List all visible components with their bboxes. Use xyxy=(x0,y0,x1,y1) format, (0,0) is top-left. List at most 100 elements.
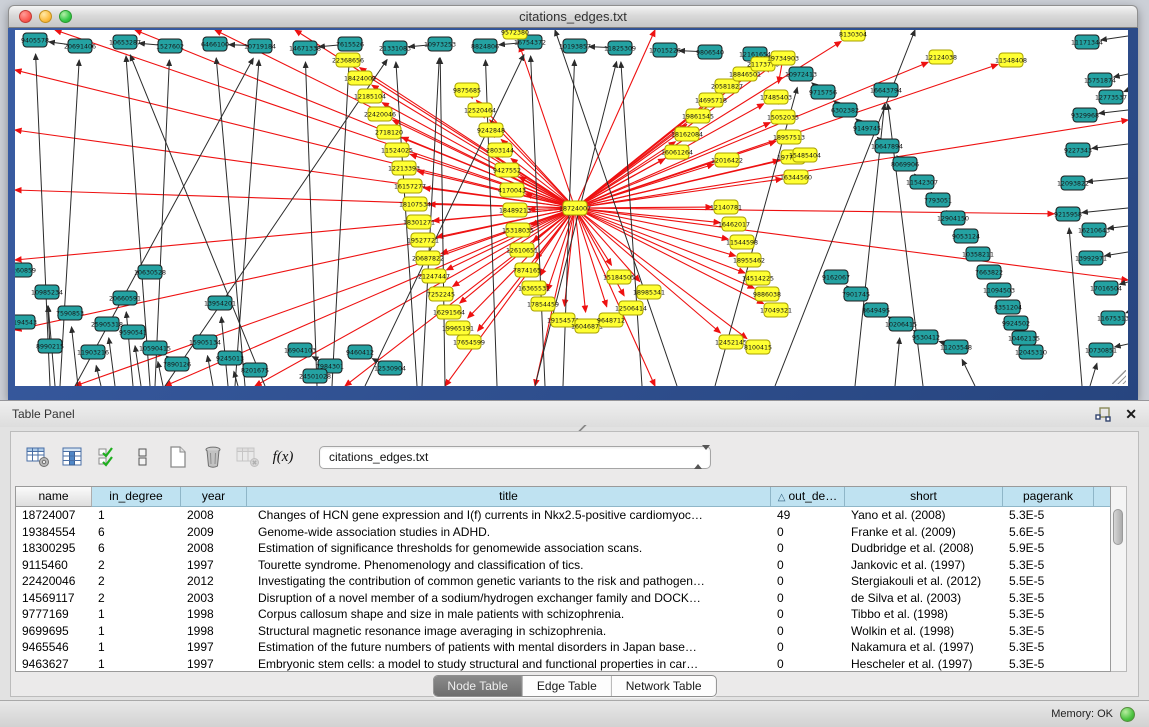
graph-node[interactable]: 10590415 xyxy=(139,341,171,355)
scrollbar-thumb[interactable] xyxy=(1113,509,1123,545)
graph-node[interactable]: 11825309 xyxy=(604,41,636,55)
graph-node[interactable]: 19734903 xyxy=(767,51,799,65)
graph-node[interactable]: 16643794 xyxy=(870,83,902,97)
graph-node[interactable]: 9427552 xyxy=(493,163,521,177)
graph-node[interactable]: 12124038 xyxy=(925,50,957,64)
graph-node[interactable]: 25260859 xyxy=(15,263,36,277)
memory-status-indicator[interactable] xyxy=(1120,707,1135,722)
graph-node[interactable]: 10972413 xyxy=(785,67,817,81)
tab-edge-table[interactable]: Edge Table xyxy=(523,676,612,696)
graph-edge[interactable] xyxy=(575,208,1128,280)
graph-node[interactable]: 18107534 xyxy=(399,197,431,211)
graph-node[interactable]: 17485403 xyxy=(760,90,792,104)
graph-edge[interactable] xyxy=(621,62,642,386)
graph-node[interactable]: 18424009 xyxy=(344,71,376,85)
graph-node[interactable]: 7663822 xyxy=(975,265,1003,279)
table-row[interactable]: 946362711997Embryonic stem cells: a mode… xyxy=(16,656,1110,673)
graph-node[interactable]: 9530412 xyxy=(912,330,940,344)
column-header-out_de[interactable]: △out_de… xyxy=(771,487,845,507)
window-resize-grip[interactable] xyxy=(1112,370,1126,384)
graph-node[interactable]: 10985234 xyxy=(31,285,63,299)
graph-node[interactable]: 10462135 xyxy=(1008,331,1040,345)
graph-edge[interactable] xyxy=(109,338,115,386)
graph-node[interactable]: 9162067 xyxy=(822,270,850,284)
graph-node[interactable]: 17854459 xyxy=(527,297,559,311)
graph-node[interactable]: 12045310 xyxy=(1015,345,1047,359)
column-header-short[interactable]: short xyxy=(845,487,1003,507)
table-row[interactable]: 1938455462009Genome-wide association stu… xyxy=(16,524,1110,541)
graph-node[interactable]: 9806540 xyxy=(696,45,724,59)
graph-edge[interactable] xyxy=(1105,252,1128,256)
graph-edge[interactable] xyxy=(440,58,445,386)
graph-edge[interactable] xyxy=(235,60,259,386)
graph-edge[interactable] xyxy=(216,58,245,386)
graph-node[interactable]: 10206415 xyxy=(885,317,917,331)
graph-edge[interactable] xyxy=(1099,110,1128,113)
graph-node[interactable]: 11542307 xyxy=(906,175,938,189)
graph-node[interactable]: 14695718 xyxy=(695,93,727,107)
graph-edge[interactable] xyxy=(575,208,1054,214)
graph-node[interactable]: 9242848 xyxy=(477,123,505,137)
graph-node[interactable]: 13992971 xyxy=(1075,251,1107,265)
column-header-year[interactable]: year xyxy=(181,487,247,507)
graph-node[interactable]: 20687822 xyxy=(412,251,444,265)
graph-node[interactable]: 18162084 xyxy=(671,127,703,141)
graph-node[interactable]: 16157277 xyxy=(394,179,426,193)
graph-node[interactable]: 9227343 xyxy=(1064,143,1092,157)
graph-edge[interactable] xyxy=(520,45,575,208)
graph-node[interactable]: 17015226 xyxy=(649,43,681,57)
graph-node[interactable]: 8649495 xyxy=(862,303,890,317)
row-height-icon[interactable] xyxy=(130,444,156,470)
graph-node[interactable]: 11524025 xyxy=(381,143,413,157)
graph-node[interactable]: 11548408 xyxy=(995,53,1027,67)
graph-edge[interactable] xyxy=(55,30,575,208)
graph-node[interactable]: 9149745 xyxy=(853,121,881,135)
graph-edge[interactable] xyxy=(60,60,79,386)
graph-edge[interactable] xyxy=(1126,312,1128,313)
graph-edge[interactable] xyxy=(36,54,50,386)
table-row[interactable]: 969969511998Structural magnetic resonanc… xyxy=(16,623,1110,640)
graph-node[interactable]: 2803144 xyxy=(486,143,514,157)
graph-node[interactable]: 12452145 xyxy=(715,335,747,349)
graph-node[interactable]: 18955462 xyxy=(733,253,765,267)
graph-node[interactable]: 9053124 xyxy=(952,229,980,243)
graph-node[interactable]: 12140781 xyxy=(710,200,742,214)
graph-node[interactable]: 16365531 xyxy=(518,281,550,295)
float-panel-icon[interactable] xyxy=(1095,406,1111,422)
graph-node[interactable]: 10630528 xyxy=(134,265,166,279)
table-vertical-scrollbar[interactable] xyxy=(1111,486,1127,672)
graph-node[interactable]: 19527721 xyxy=(407,233,439,247)
table-row[interactable]: 977716911998Corpus callosum shape and si… xyxy=(16,606,1110,623)
graph-node[interactable]: 12506414 xyxy=(615,301,647,315)
graph-edge[interactable] xyxy=(72,327,78,386)
graph-edge[interactable] xyxy=(208,356,213,386)
graph-node[interactable]: 10193857 xyxy=(559,39,591,53)
graph-node[interactable]: 9245013 xyxy=(216,351,244,365)
graph-node[interactable]: 8100415 xyxy=(744,340,772,354)
graph-node[interactable]: 9924502 xyxy=(1002,316,1030,330)
graph-node[interactable]: 18985341 xyxy=(633,285,665,299)
graph-node[interactable]: 8824806 xyxy=(471,39,499,53)
graph-node[interactable]: 12530904 xyxy=(374,361,406,375)
graph-node[interactable]: 6466100 xyxy=(201,37,229,51)
graph-edge[interactable] xyxy=(75,58,253,386)
graph-node[interactable]: 12904150 xyxy=(937,211,969,225)
graph-node[interactable]: 16462017 xyxy=(718,217,750,231)
graph-node[interactable]: 10730851 xyxy=(1085,343,1117,357)
graph-node[interactable]: 9875685 xyxy=(453,83,481,97)
graph-node[interactable]: 12093822 xyxy=(1057,176,1089,190)
graph-node[interactable]: 24501028 xyxy=(299,369,331,383)
panel-divider-grip[interactable] xyxy=(577,425,587,431)
graph-node[interactable]: 12213393 xyxy=(388,161,420,175)
graph-node[interactable]: 17049321 xyxy=(760,303,792,317)
graph-node[interactable]: 12520464 xyxy=(464,103,496,117)
graph-node[interactable]: 8201675 xyxy=(241,363,269,377)
graph-node[interactable]: 15052035 xyxy=(767,110,799,124)
function-builder-icon[interactable]: f(x) xyxy=(270,444,296,470)
graph-node[interactable]: 20691406 xyxy=(64,39,96,53)
column-header-in_degree[interactable]: in_degree xyxy=(92,487,181,507)
tab-node-table[interactable]: Node Table xyxy=(433,676,523,696)
graph-node[interactable]: 9572380 xyxy=(501,30,529,39)
column-header-name[interactable]: name xyxy=(16,487,92,507)
graph-node[interactable]: 10719184 xyxy=(244,39,276,53)
